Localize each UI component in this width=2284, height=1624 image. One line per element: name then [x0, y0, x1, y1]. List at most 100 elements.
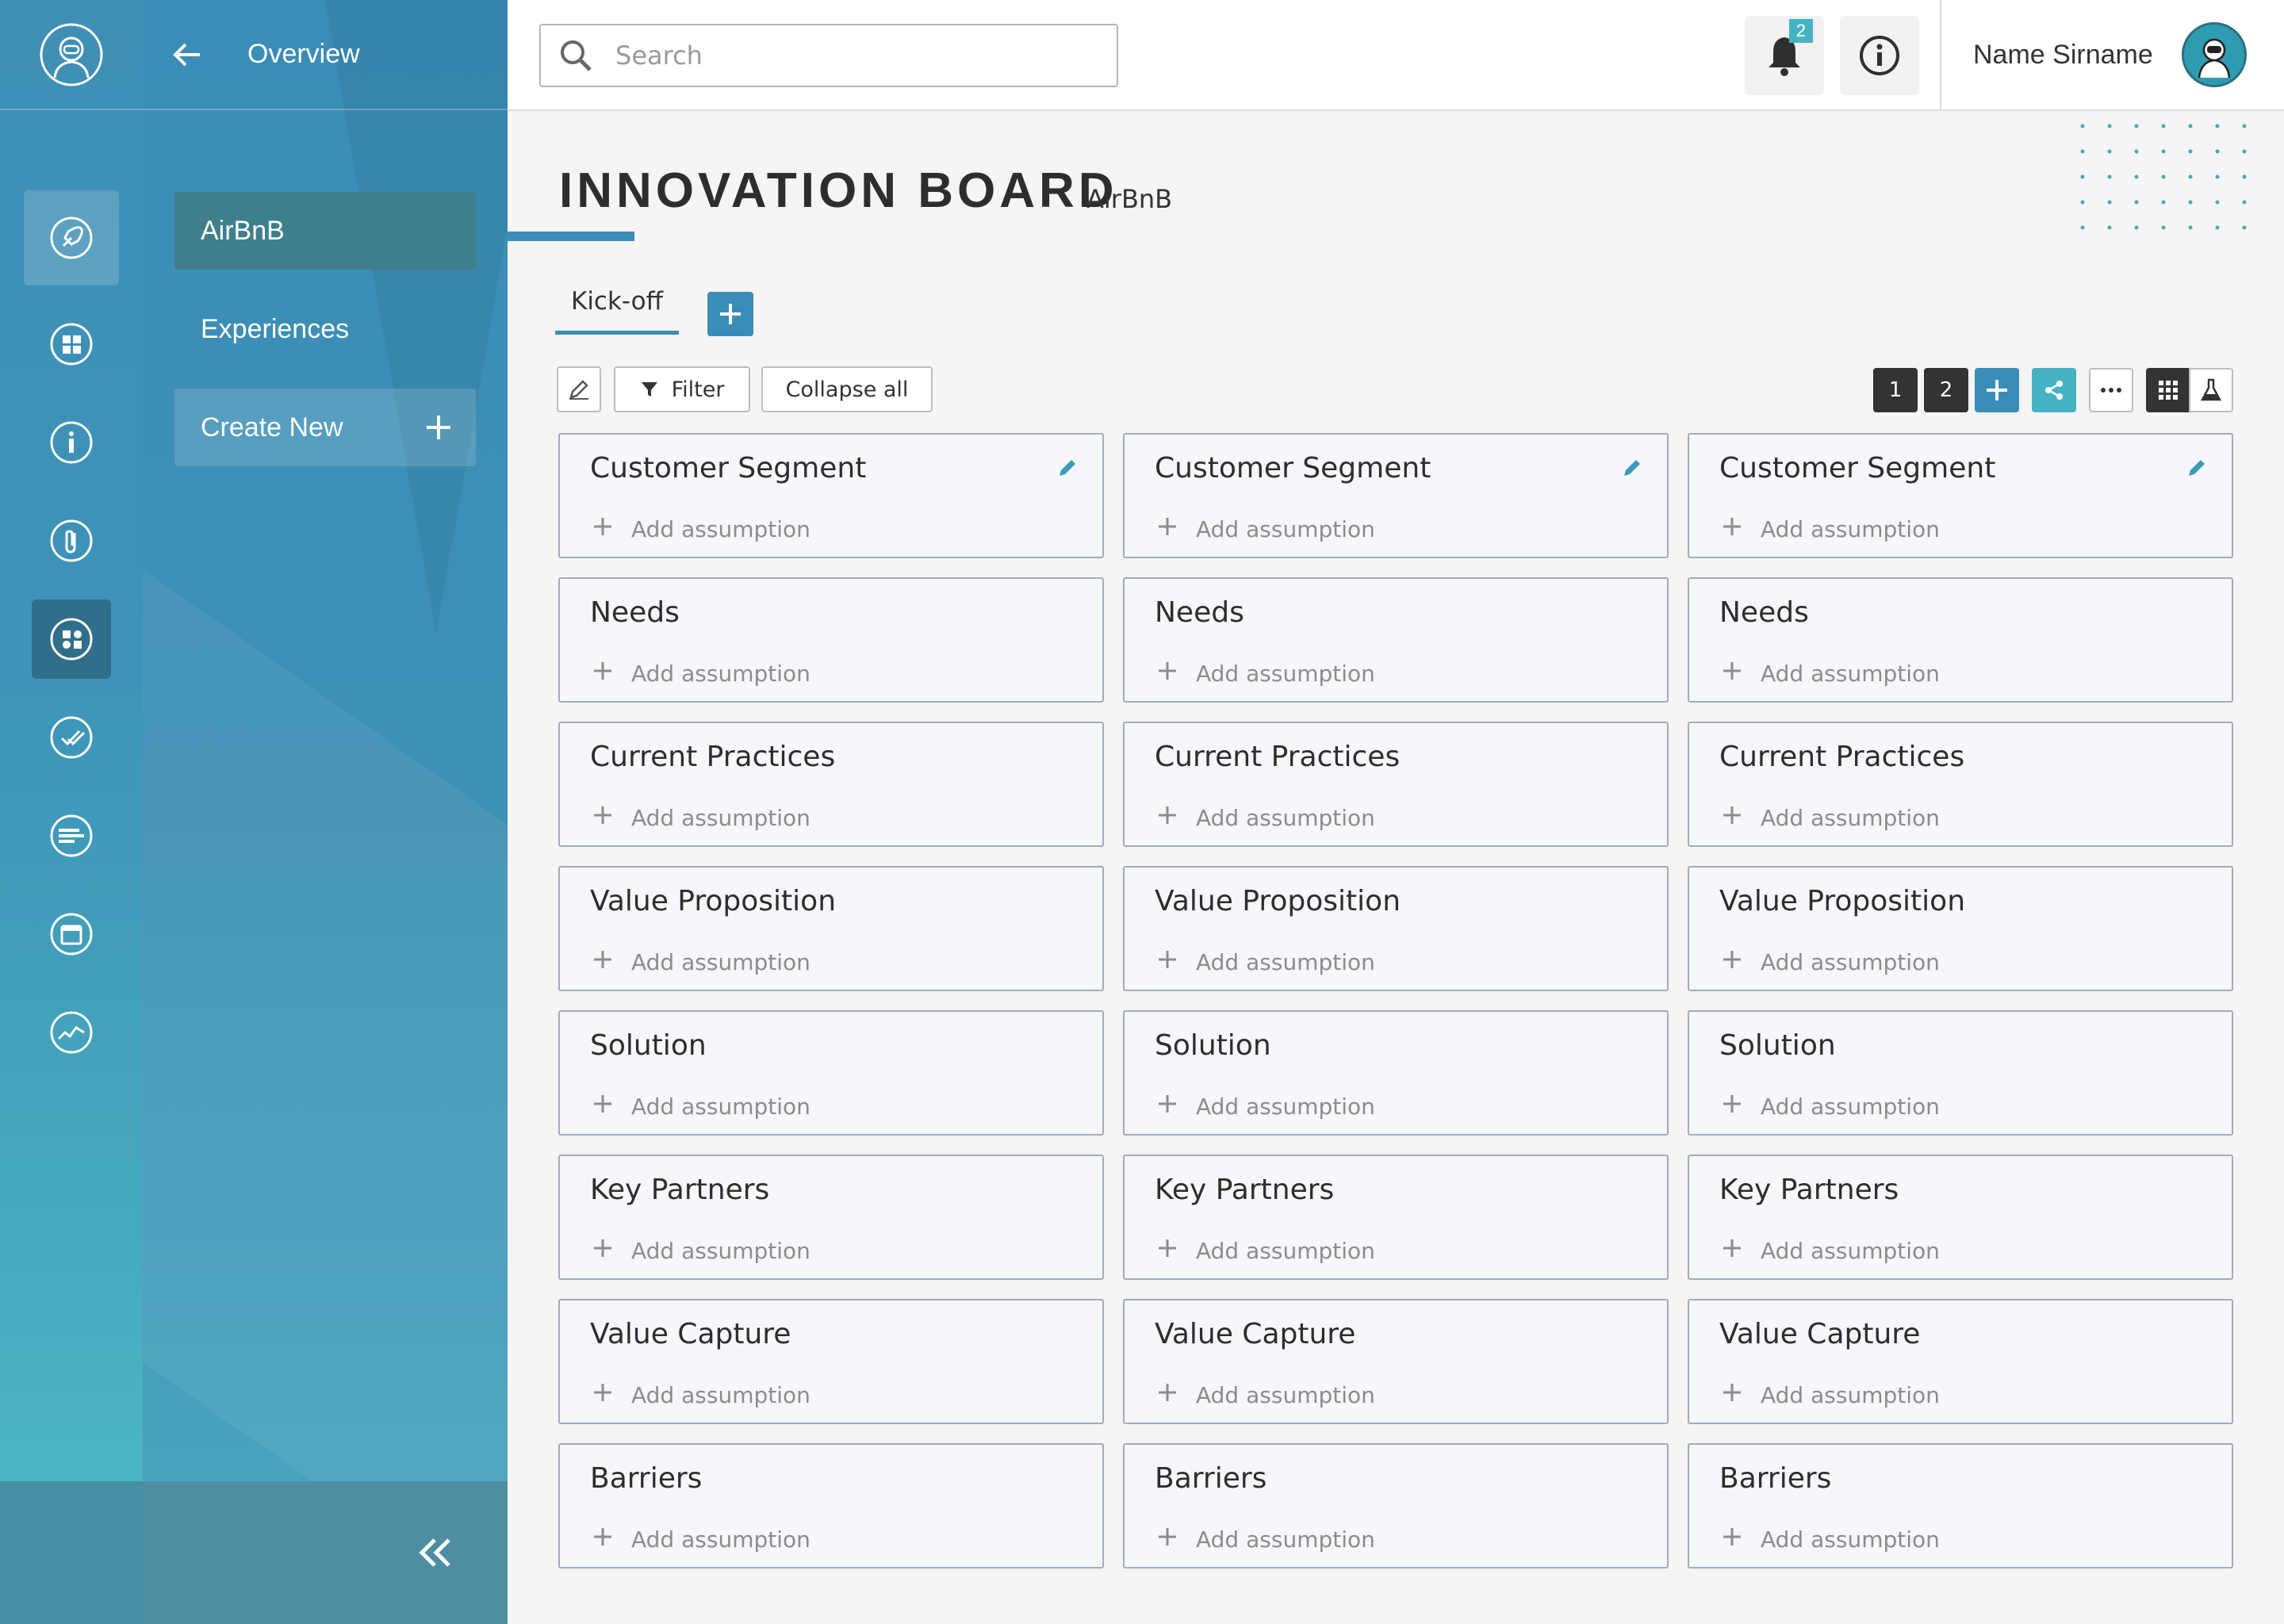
- assumption-card[interactable]: Value Capture Add assumption: [558, 1299, 1104, 1424]
- notifications-button[interactable]: 2: [1745, 16, 1824, 95]
- assumption-card[interactable]: Barriers Add assumption: [1123, 1443, 1669, 1568]
- add-assumption-button[interactable]: Add assumption: [592, 1237, 811, 1265]
- add-assumption-label: Add assumption: [1761, 949, 1940, 975]
- search-box[interactable]: [539, 24, 1118, 87]
- add-assumption-button[interactable]: Add assumption: [592, 1526, 811, 1553]
- grid-view-toggle[interactable]: [2146, 368, 2190, 412]
- rail-attachments[interactable]: [32, 501, 111, 580]
- assumption-card[interactable]: Customer Segment Add assumption: [558, 433, 1104, 558]
- rail-timeline[interactable]: [32, 796, 111, 875]
- add-assumption-button[interactable]: Add assumption: [592, 948, 811, 976]
- collapse-all-label: Collapse all: [785, 377, 909, 402]
- plus-icon: [1156, 1381, 1178, 1409]
- create-new-button[interactable]: Create New: [174, 389, 476, 466]
- card-title: Needs: [1155, 596, 1244, 629]
- puzzle-icon: [50, 618, 93, 661]
- add-assumption-button[interactable]: Add assumption: [1721, 1526, 1940, 1553]
- assumption-card[interactable]: Value Proposition Add assumption: [1688, 866, 2233, 991]
- add-assumption-button[interactable]: Add assumption: [592, 660, 811, 688]
- page-2-button[interactable]: 2: [1924, 368, 1968, 412]
- more-options-button[interactable]: [2089, 368, 2133, 412]
- add-assumption-label: Add assumption: [1761, 1382, 1940, 1408]
- edit-pencil-icon[interactable]: [1621, 457, 1643, 483]
- add-assumption-button[interactable]: Add assumption: [1721, 1093, 1940, 1120]
- assumption-card[interactable]: Key Partners Add assumption: [558, 1155, 1104, 1280]
- rocket-icon: [50, 216, 93, 259]
- nav-item-experiences[interactable]: Experiences: [174, 290, 476, 368]
- add-column-button[interactable]: [1975, 368, 2019, 412]
- add-assumption-button[interactable]: Add assumption: [1721, 948, 1940, 976]
- add-assumption-button[interactable]: Add assumption: [1721, 660, 1940, 688]
- page-1-button[interactable]: 1: [1873, 368, 1918, 412]
- assumption-card[interactable]: Needs Add assumption: [1123, 577, 1669, 703]
- add-assumption-button[interactable]: Add assumption: [1156, 515, 1375, 543]
- card-title: Key Partners: [590, 1174, 770, 1206]
- rail-launch[interactable]: [24, 190, 119, 285]
- title-accent-bar: [508, 232, 634, 241]
- assumption-card[interactable]: Value Capture Add assumption: [1123, 1299, 1669, 1424]
- grid-icon: [2159, 381, 2178, 400]
- assumption-card[interactable]: Needs Add assumption: [1688, 577, 2233, 703]
- experiment-view-toggle[interactable]: [2189, 368, 2233, 412]
- rail-info[interactable]: [32, 403, 111, 482]
- add-assumption-button[interactable]: Add assumption: [592, 1093, 811, 1120]
- assumption-card[interactable]: Solution Add assumption: [1123, 1010, 1669, 1136]
- share-button[interactable]: [2032, 368, 2076, 412]
- add-assumption-button[interactable]: Add assumption: [1156, 804, 1375, 832]
- add-assumption-button[interactable]: Add assumption: [1156, 1381, 1375, 1409]
- double-check-icon: [50, 716, 93, 759]
- assumption-card[interactable]: Key Partners Add assumption: [1688, 1155, 2233, 1280]
- search-input[interactable]: [615, 40, 1091, 71]
- nav-item-airbnb[interactable]: AirBnB: [174, 192, 476, 270]
- edit-board-button[interactable]: [557, 366, 601, 412]
- share-icon: [2045, 381, 2063, 400]
- user-menu[interactable]: Name Sirname: [1940, 0, 2284, 109]
- rail-dashboard[interactable]: [32, 304, 111, 384]
- plus-icon: [1721, 1526, 1743, 1553]
- edit-pencil-icon[interactable]: [2186, 457, 2208, 483]
- secondary-nav: Overview AirBnB Experiences Create New: [143, 0, 508, 1624]
- add-assumption-button[interactable]: Add assumption: [1721, 804, 1940, 832]
- add-assumption-button[interactable]: Add assumption: [1156, 948, 1375, 976]
- plus-icon: [592, 1526, 614, 1553]
- assumption-card[interactable]: Value Proposition Add assumption: [1123, 866, 1669, 991]
- add-assumption-button[interactable]: Add assumption: [592, 1381, 811, 1409]
- collapse-sidebar-button[interactable]: [143, 1481, 508, 1624]
- assumption-card[interactable]: Value Capture Add assumption: [1688, 1299, 2233, 1424]
- tab-kick-off[interactable]: Kick-off: [555, 287, 679, 335]
- add-assumption-button[interactable]: Add assumption: [592, 515, 811, 543]
- add-assumption-button[interactable]: Add assumption: [1156, 1526, 1375, 1553]
- user-name: Name Sirname: [1973, 39, 2153, 70]
- add-assumption-button[interactable]: Add assumption: [592, 804, 811, 832]
- add-assumption-button[interactable]: Add assumption: [1721, 515, 1940, 543]
- rail-tasks[interactable]: [32, 698, 111, 777]
- rail-calendar[interactable]: [32, 894, 111, 974]
- filter-label: Filter: [671, 377, 725, 402]
- add-assumption-button[interactable]: Add assumption: [1721, 1381, 1940, 1409]
- assumption-card[interactable]: Customer Segment Add assumption: [1688, 433, 2233, 558]
- assumption-card[interactable]: Solution Add assumption: [1688, 1010, 2233, 1136]
- assumption-card[interactable]: Current Practices Add assumption: [1123, 722, 1669, 847]
- assumption-card[interactable]: Value Proposition Add assumption: [558, 866, 1104, 991]
- assumption-card[interactable]: Current Practices Add assumption: [558, 722, 1104, 847]
- assumption-card[interactable]: Needs Add assumption: [558, 577, 1104, 703]
- add-assumption-button[interactable]: Add assumption: [1156, 660, 1375, 688]
- info-button[interactable]: [1840, 16, 1919, 95]
- rail-analytics[interactable]: [32, 993, 111, 1072]
- assumption-card[interactable]: Barriers Add assumption: [558, 1443, 1104, 1568]
- assumption-card[interactable]: Solution Add assumption: [558, 1010, 1104, 1136]
- assumption-card[interactable]: Key Partners Add assumption: [1123, 1155, 1669, 1280]
- add-tab-button[interactable]: [707, 292, 753, 336]
- filter-button[interactable]: Filter: [614, 366, 750, 412]
- rail-board[interactable]: [32, 599, 111, 679]
- add-assumption-button[interactable]: Add assumption: [1721, 1237, 1940, 1265]
- back-to-overview[interactable]: Overview: [143, 0, 508, 110]
- collapse-all-button[interactable]: Collapse all: [761, 366, 933, 412]
- assumption-card[interactable]: Customer Segment Add assumption: [1123, 433, 1669, 558]
- add-assumption-button[interactable]: Add assumption: [1156, 1237, 1375, 1265]
- add-assumption-button[interactable]: Add assumption: [1156, 1093, 1375, 1120]
- app-logo[interactable]: [0, 0, 143, 110]
- assumption-card[interactable]: Current Practices Add assumption: [1688, 722, 2233, 847]
- edit-pencil-icon[interactable]: [1056, 457, 1079, 483]
- assumption-card[interactable]: Barriers Add assumption: [1688, 1443, 2233, 1568]
